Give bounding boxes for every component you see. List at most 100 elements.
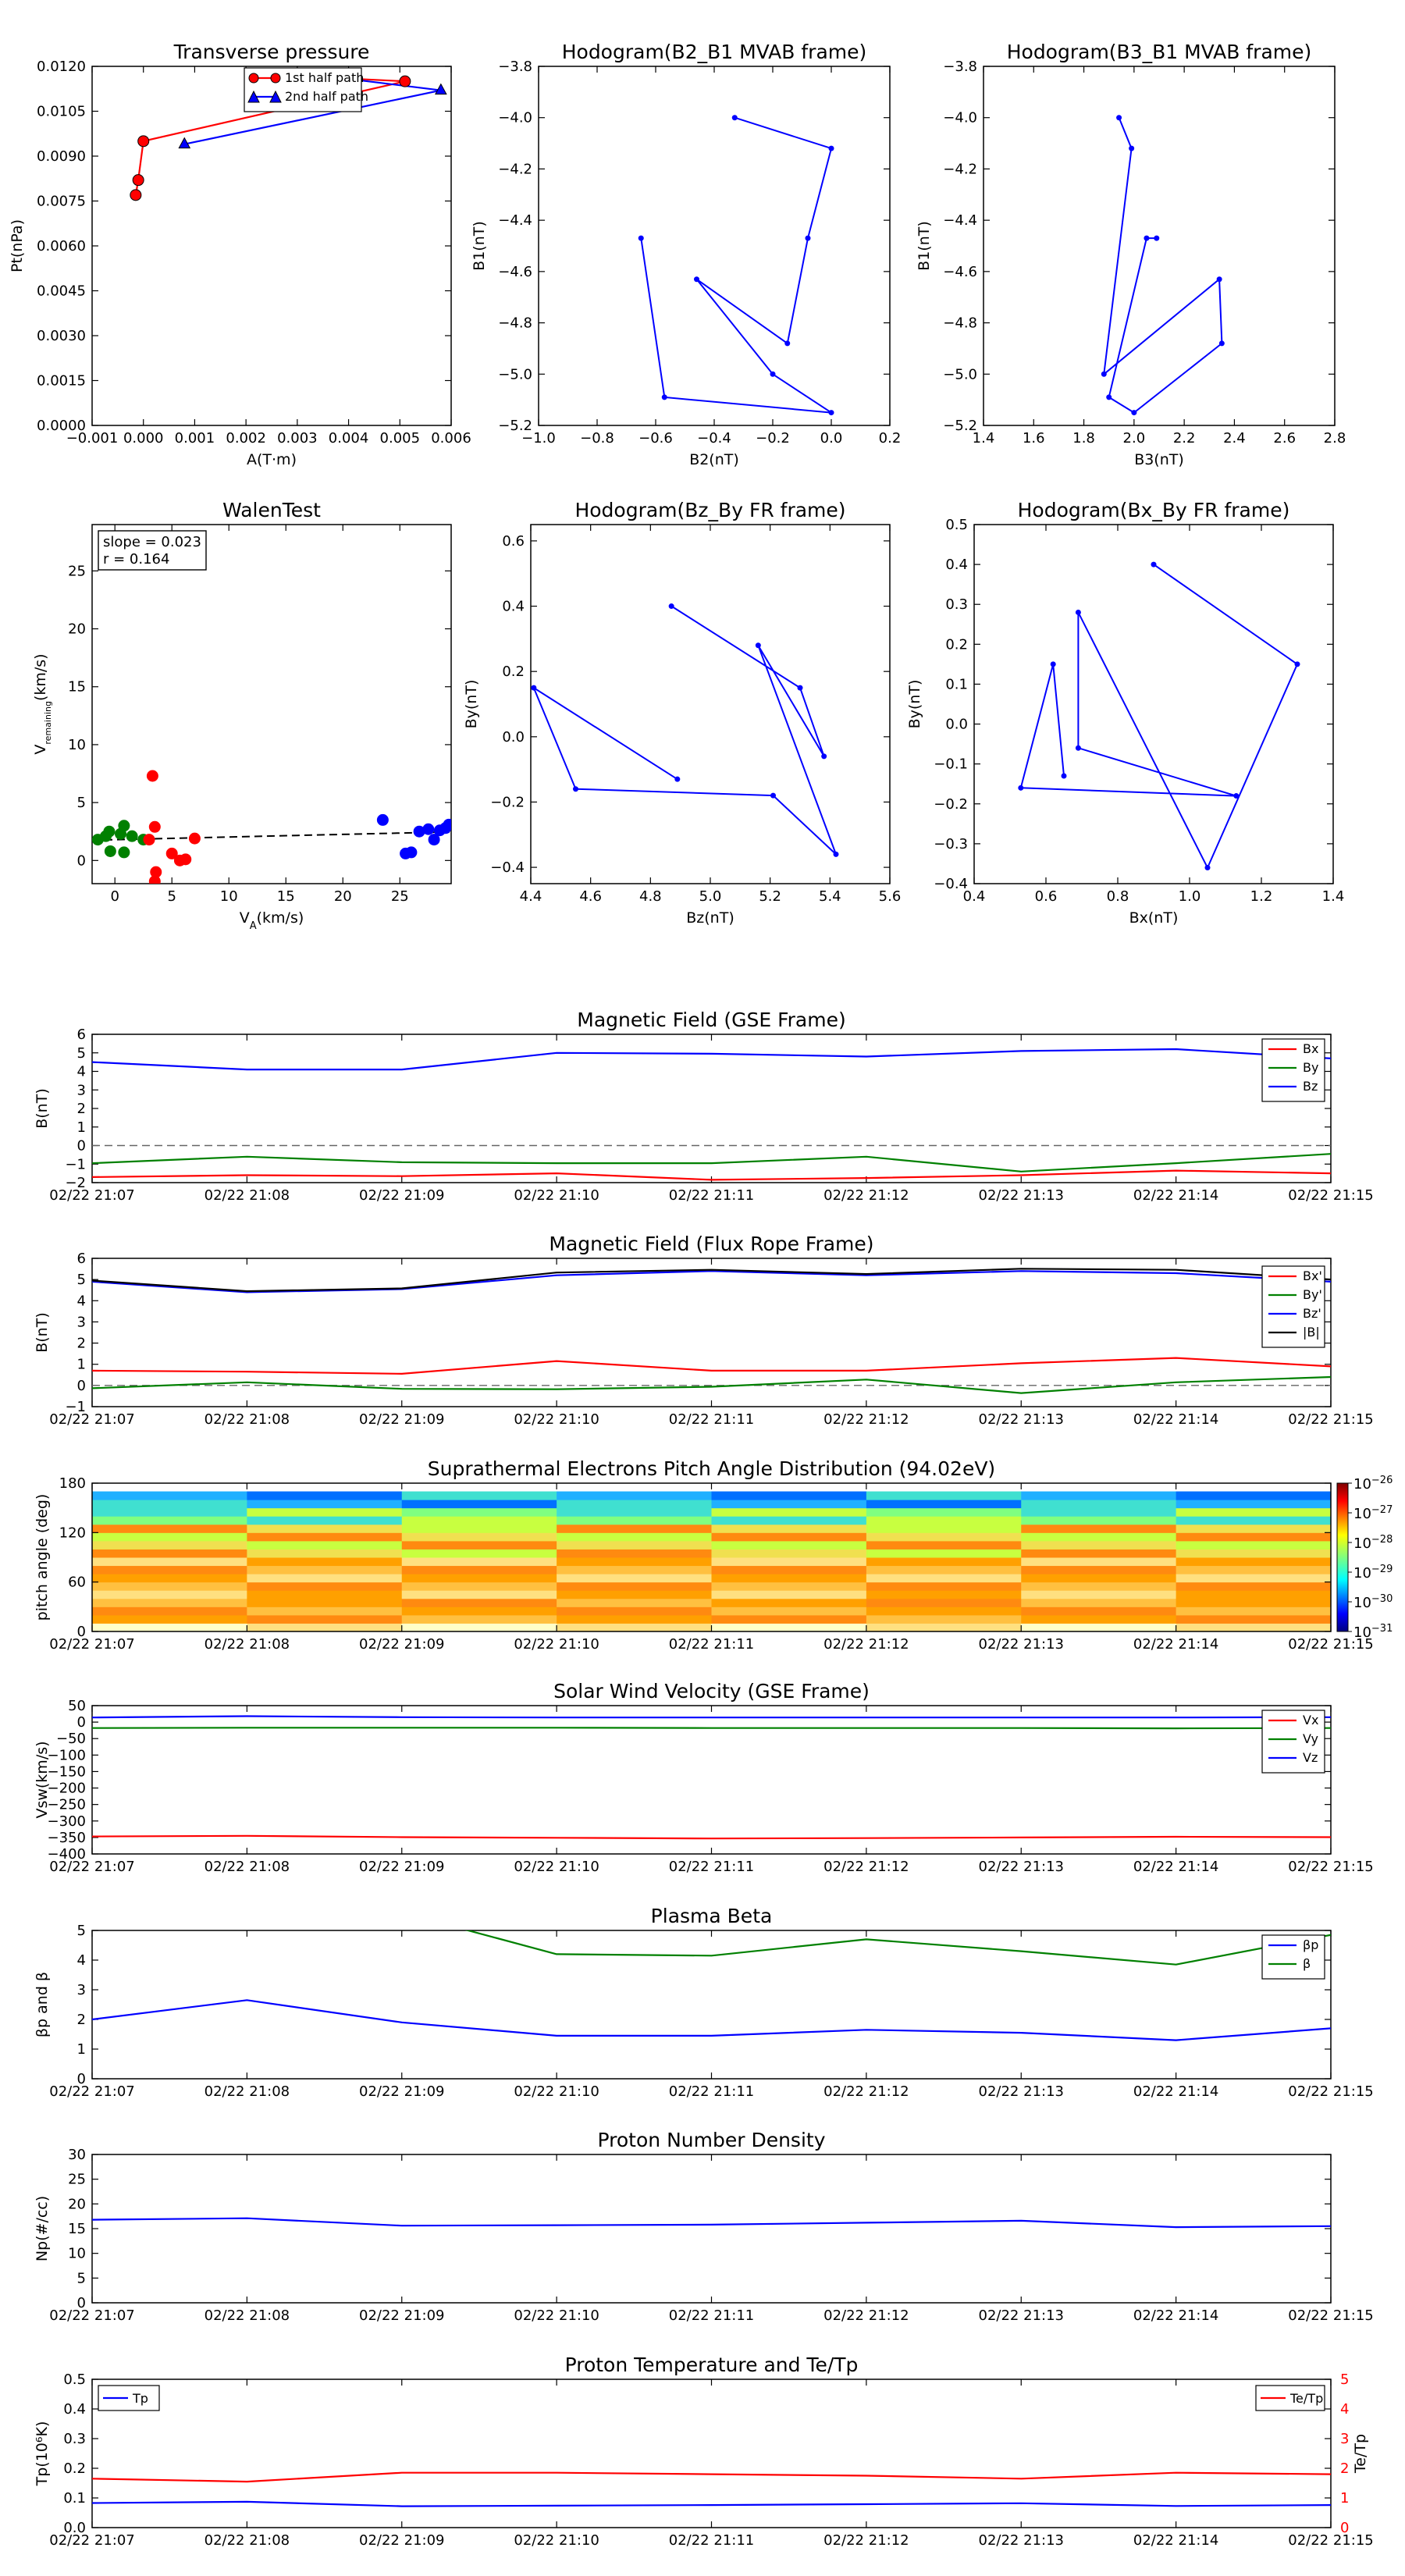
heatmap-cell [866,1614,1022,1624]
x-tick-label: 0.0 [820,430,843,447]
x-tick-label: 02/22 21:07 [49,1411,134,1428]
axes-frame [91,1034,1332,1183]
heatmap-cell [711,1557,867,1567]
legend: Tp [98,2385,160,2411]
y-tick-label: 1 [77,1357,86,1373]
data-point [132,174,144,187]
legend: 1st half path 2nd half path [244,67,368,112]
y-tick-label: 25 [68,2172,86,2188]
heatmap-cell [557,1557,712,1567]
heatmap-cell [557,1507,712,1517]
legend: βp β [1261,1934,1325,1980]
legend-label: Vz [1303,1750,1318,1765]
data-point [1233,793,1240,799]
heatmap-cell [247,1516,403,1525]
y-tick-label: 0.0015 [37,373,86,390]
legend-label: Tp [132,2391,148,2406]
data-point [1216,276,1222,283]
x-tick-label: 10 [220,888,238,905]
x-tick-label: 0.005 [380,430,421,447]
y-tick-label: 0.5 [63,2371,86,2388]
x-tick-label: 02/22 21:13 [979,2307,1064,2324]
y-tick-label: 0.4 [945,557,968,573]
heatmap-cell [711,1565,867,1574]
heatmap-cell [1021,1524,1177,1533]
heatmap-cell [92,1590,247,1599]
colorbar-label: 10−29 [1353,1564,1393,1582]
heatmap-cell [1176,1574,1331,1583]
heatmap-cell [247,1590,403,1599]
y-tick-label: 30 [68,2147,86,2163]
panel-hxy: Hodogram(Bx_By FR frame) 0.4 0.6 0.8 1.0 1.2 1… [906,499,1344,927]
y-tick-label: 0.1 [63,2490,86,2507]
data-point [1106,394,1112,400]
heatmap-cell [711,1516,867,1525]
heatmap-cell [1176,1557,1331,1567]
y-tick-label: −5.0 [498,366,532,382]
legend-marker [270,73,281,84]
y-tick-label: 0.3 [63,2431,86,2447]
x-tick-label: 2.0 [1123,430,1146,447]
heatmap-cell [711,1582,867,1591]
y-tick-label: 5 [77,1923,86,1939]
series-line-0 [640,116,832,414]
y-tick-label: 2 [77,1336,86,1352]
heatmap-cell [247,1614,403,1624]
colorbar [1336,1482,1349,1632]
heatmap-cell [401,1574,557,1583]
data-point [805,235,811,241]
y2-tick-label: 4 [1340,2401,1349,2418]
y-axis-label: Np(#/cc) [34,2196,51,2261]
y-tick-label: −5.2 [498,418,532,434]
data-point [674,776,681,782]
y-tick-label: 180 [59,1475,86,1492]
plot-area [92,770,451,884]
y-tick-label: 15 [68,2221,86,2237]
data-point [1144,235,1150,241]
legend: Bx' By' Bz' |B| [1261,1265,1325,1348]
data-point [828,410,834,416]
y-tick-label: −250 [48,1797,86,1813]
x-tick-label: 5.0 [699,888,722,905]
x-tick-label: 5.2 [759,888,781,905]
chart-title: Plasma Beta [651,1905,773,1927]
x-tick-label: 02/22 21:09 [359,1636,444,1653]
x-tick-label: 4.4 [520,888,542,905]
legend: Te/Tp [1255,2385,1325,2411]
x-tick-label: 02/22 21:14 [1133,1636,1218,1653]
y-tick-label: 0 [77,2295,86,2311]
x-tick-label: 02/22 21:15 [1288,1411,1373,1428]
heatmap-cell [1021,1532,1177,1542]
x-tick-label: 0.006 [431,430,471,447]
x-tick-label: 02/22 21:12 [823,1859,909,1875]
y-tick-label: 3 [77,1314,86,1330]
data-point [103,825,116,838]
y-tick-label: 0 [77,1624,86,1640]
colorbar-label: 10−27 [1353,1504,1393,1523]
data-point [118,846,130,859]
heatmap-cell [1021,1582,1177,1591]
heatmap-cell [1021,1606,1177,1616]
data-point [731,115,738,121]
x-tick-label: 0.002 [226,430,266,447]
y-tick-label: 0.6 [502,533,525,550]
x-tick-label: 02/22 21:12 [823,2307,909,2324]
heatmap-cell [1176,1582,1331,1591]
y-tick-label: 6 [77,1026,86,1043]
heatmap-cell [92,1516,247,1525]
series-line-2 [92,1048,1331,1071]
data-point [770,371,776,377]
heatmap-cell [247,1549,403,1558]
heatmap-cell [401,1557,557,1567]
heatmap-cell [1176,1614,1331,1624]
panel-h31: Hodogram(B3_B1 MVAB frame)1.4 1.6 1.8 2.0 2.… [916,41,1346,468]
chart-title: Hodogram(Bx_By FR frame) [1018,499,1290,521]
heatmap-cell [401,1516,557,1525]
data-point [1075,745,1081,751]
x-tick-label: 02/22 21:11 [669,2307,754,2324]
y-tick-label: 0.0030 [37,328,86,344]
heatmap-cell [866,1500,1022,1509]
heatmap-cell [92,1532,247,1542]
y-axis-label: βp and β [34,1972,51,2037]
y-tick-label: −4.0 [498,110,532,126]
